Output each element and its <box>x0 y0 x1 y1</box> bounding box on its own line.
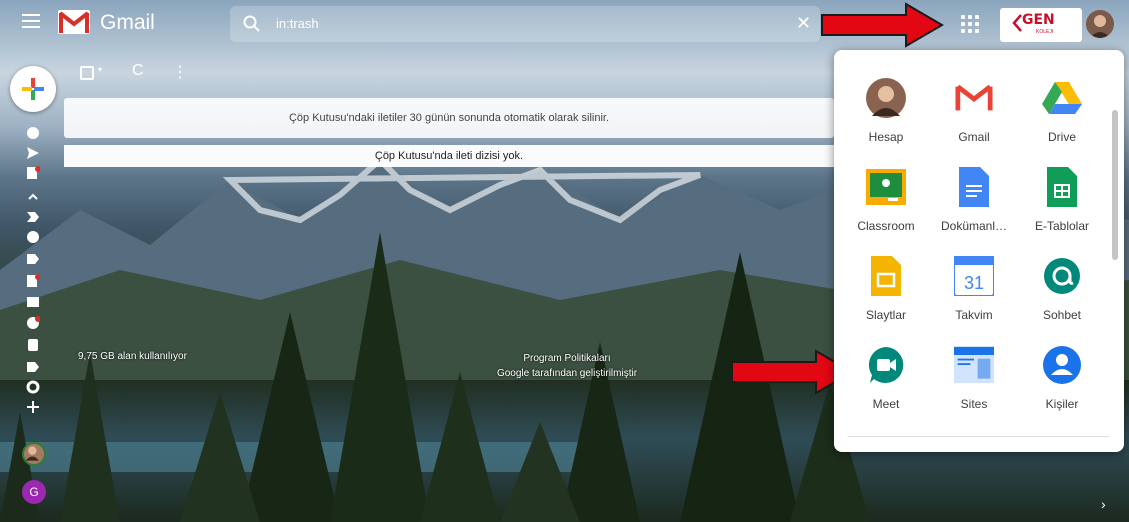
search-icon[interactable] <box>242 14 262 34</box>
google-apps-panel: Hesap Gmail Drive Classroom Dokümanl… E-… <box>834 50 1124 452</box>
program-policies-link[interactable]: Program Politikaları <box>472 351 662 366</box>
label-icon[interactable] <box>26 274 41 288</box>
snoozed-icon[interactable] <box>26 126 40 140</box>
panel-divider <box>848 436 1110 437</box>
app-label: Hesap <box>868 130 904 144</box>
less-icon[interactable] <box>26 190 40 204</box>
app-label: Sites <box>960 397 988 411</box>
powered-by-google: Google tarafından geliştirilmiştir <box>496 368 638 379</box>
app-label: Slaytlar <box>865 308 906 322</box>
calendar-day-number: 31 <box>964 273 984 293</box>
search-bar[interactable]: in:trash ✕ <box>230 6 820 42</box>
gmail-logo-icon[interactable] <box>58 10 90 34</box>
app-label: Classroom <box>857 219 915 233</box>
compose-button[interactable] <box>10 66 56 112</box>
main-menu-icon[interactable] <box>22 14 40 28</box>
app-chat[interactable]: Sohbet <box>1018 250 1106 339</box>
app-slides[interactable]: Slaytlar <box>842 250 930 339</box>
chat-contact-avatar[interactable]: G <box>22 480 46 504</box>
categories-icon[interactable] <box>26 360 40 374</box>
more-options-icon[interactable]: ⋮ <box>172 62 188 82</box>
app-name: Gmail <box>100 11 155 34</box>
drafts-icon[interactable] <box>26 166 41 180</box>
create-label-icon[interactable] <box>26 400 40 414</box>
plus-icon <box>22 78 44 100</box>
app-sites[interactable]: Sites <box>930 339 1018 428</box>
app-meet[interactable]: Meet <box>842 339 930 428</box>
footer-links: Program Politikaları Google tarafından g… <box>472 351 662 381</box>
calendar-icon: 31 <box>954 256 994 296</box>
classroom-icon <box>866 167 906 207</box>
trash-icon[interactable] <box>26 337 40 351</box>
slides-icon <box>866 256 906 296</box>
chevron-right-icon[interactable]: › <box>1101 496 1106 512</box>
app-docs[interactable]: Dokümanl… <box>930 161 1018 250</box>
select-all-checkbox[interactable] <box>80 66 94 80</box>
app-label: Takvim <box>955 308 993 322</box>
app-classroom[interactable]: Classroom <box>842 161 930 250</box>
app-gmail[interactable]: Gmail <box>930 72 1018 161</box>
account-avatar[interactable] <box>1086 10 1114 38</box>
app-account[interactable]: Hesap <box>842 72 930 161</box>
contacts-icon <box>1042 345 1082 385</box>
brand-name: GEN <box>1022 12 1055 28</box>
storage-usage[interactable]: 9,75 GB alan kullanılıyor <box>78 351 187 362</box>
empty-trash-message: Çöp Kutusu'nda ileti dizisi yok. <box>64 145 834 167</box>
clear-search-icon[interactable]: ✕ <box>796 13 811 34</box>
app-label: Meet <box>872 397 900 411</box>
select-dropdown-icon[interactable]: ▾ <box>98 65 102 74</box>
scheduled-icon[interactable] <box>26 252 40 266</box>
spam-icon[interactable] <box>26 316 41 330</box>
panel-scrollbar[interactable] <box>1112 110 1118 260</box>
brand-chevron-icon <box>1012 14 1022 32</box>
manage-labels-icon[interactable] <box>26 380 40 394</box>
brand-logo: GEN KOLEJI <box>1000 8 1082 42</box>
app-label: E-Tablolar <box>1034 219 1090 233</box>
chats-icon[interactable] <box>26 230 40 244</box>
drive-icon <box>1042 78 1082 118</box>
important-icon[interactable] <box>26 210 40 224</box>
app-sheets[interactable]: E-Tablolar <box>1018 161 1106 250</box>
annotation-arrow-apps <box>821 2 944 48</box>
google-apps-icon[interactable] <box>956 12 980 36</box>
trash-info-banner: Çöp Kutusu'ndaki iletiler 30 günün sonun… <box>64 98 834 138</box>
docs-icon <box>954 167 994 207</box>
app-label: Dokümanl… <box>940 219 1008 233</box>
gmail-icon <box>954 78 994 118</box>
app-label: Kişiler <box>1045 397 1079 411</box>
app-contacts[interactable]: Kişiler <box>1018 339 1106 428</box>
sent-icon[interactable] <box>26 146 40 160</box>
app-calendar[interactable]: 31 Takvim <box>930 250 1018 339</box>
sites-icon <box>954 345 994 385</box>
account-avatar-icon <box>866 78 906 118</box>
app-drive[interactable]: Drive <box>1018 72 1106 161</box>
brand-subtitle: KOLEJI <box>1036 29 1054 35</box>
top-bar: Gmail in:trash ✕ GEN KOLEJI <box>0 0 1129 48</box>
refresh-icon[interactable]: C <box>132 62 144 80</box>
hangouts-avatar[interactable] <box>22 442 46 466</box>
app-label: Drive <box>1047 130 1076 144</box>
app-label: Gmail <box>958 130 990 144</box>
search-input[interactable]: in:trash <box>276 16 319 31</box>
meet-icon <box>866 345 906 385</box>
all-mail-icon[interactable] <box>26 295 40 309</box>
sheets-icon <box>1042 167 1082 207</box>
chat-icon <box>1042 256 1082 296</box>
app-label: Sohbet <box>1042 308 1082 322</box>
